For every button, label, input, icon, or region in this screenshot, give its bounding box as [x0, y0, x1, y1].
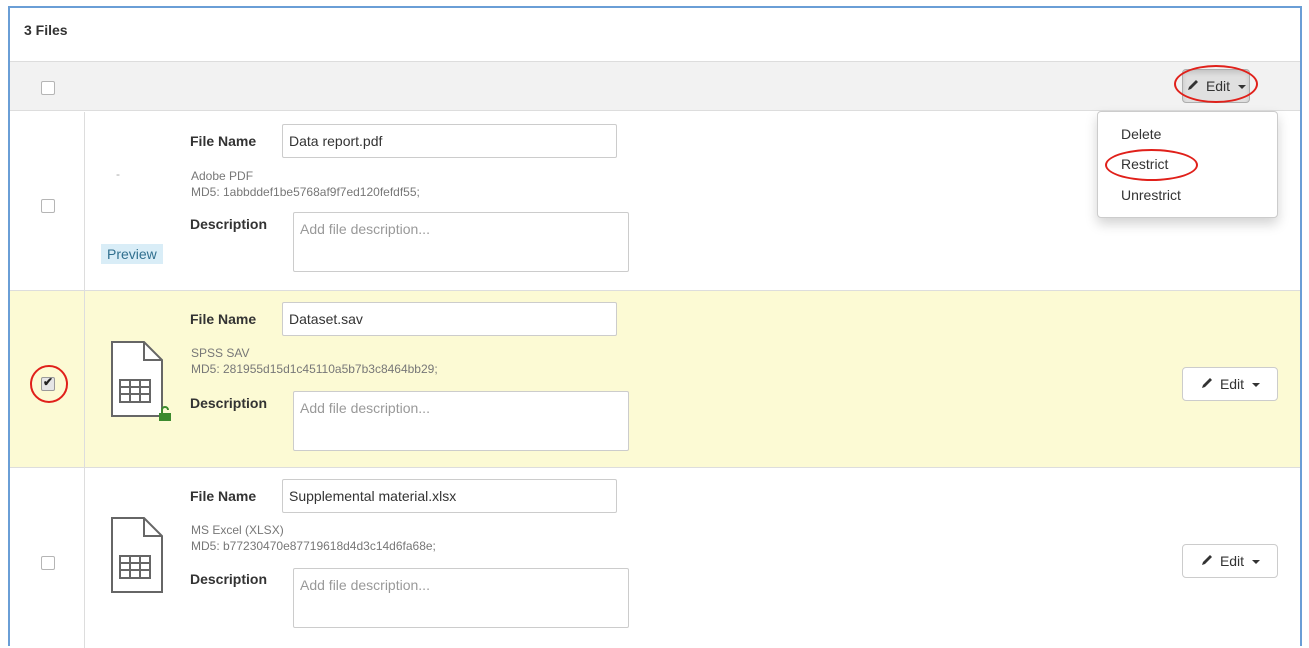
description-textarea[interactable]: Add file description... — [293, 568, 629, 628]
file-meta: Adobe PDF MD5: 1abbddef1be5768af9f7ed120… — [191, 168, 420, 200]
file-name-label: File Name — [190, 133, 257, 149]
bulk-edit-button[interactable]: Edit — [1182, 69, 1250, 103]
column-divider — [84, 112, 85, 290]
preview-link[interactable]: Preview — [101, 244, 163, 264]
file-meta: SPSS SAV MD5: 281955d15d1c45110a5b7b3c84… — [191, 345, 438, 377]
file-checkbox[interactable] — [41, 199, 55, 213]
pencil-icon — [1200, 376, 1214, 393]
menu-item-delete[interactable]: Delete — [1121, 126, 1161, 142]
file-type: SPSS SAV — [191, 346, 250, 360]
caret-down-icon — [1252, 383, 1261, 387]
file-name-input[interactable] — [282, 302, 617, 336]
file-checkbox[interactable] — [41, 556, 55, 570]
select-all-checkbox[interactable] — [41, 81, 55, 95]
bulk-edit-label: Edit — [1205, 78, 1231, 94]
file-md5: MD5: b77230470e87719618d4d3c14d6fa68e; — [191, 539, 436, 553]
menu-item-unrestrict[interactable]: Unrestrict — [1121, 187, 1181, 203]
table-file-icon — [108, 516, 168, 601]
files-count-title: 3 Files — [24, 22, 68, 38]
caret-down-icon — [1238, 85, 1247, 89]
file-name-input[interactable] — [282, 479, 617, 513]
pencil-icon — [1186, 78, 1200, 95]
column-divider — [84, 291, 85, 467]
pencil-icon — [1200, 553, 1214, 570]
file-name-input[interactable] — [282, 124, 617, 158]
checkmark-icon: ✔ — [43, 375, 54, 389]
file-row: ✔ File Name SPSS SAV MD5: 281955d — [10, 291, 1300, 468]
edit-button[interactable]: Edit — [1182, 367, 1278, 401]
unlock-icon — [158, 406, 172, 427]
description-textarea[interactable]: Add file description... — [293, 391, 629, 451]
column-divider — [84, 468, 85, 648]
file-name-label: File Name — [190, 311, 257, 327]
file-row: File Name MS Excel (XLSX) MD5: b77230470… — [10, 468, 1300, 648]
edit-label: Edit — [1219, 376, 1245, 392]
file-checkbox[interactable]: ✔ — [41, 375, 55, 391]
file-md5: MD5: 1abbddef1be5768af9f7ed120fefdf55; — [191, 185, 420, 199]
caret-down-icon — [1252, 560, 1261, 564]
file-md5: MD5: 281955d15d1c45110a5b7b3c8464bb29; — [191, 362, 438, 376]
file-name-label: File Name — [190, 488, 257, 504]
edit-dropdown-menu: Delete Restrict Unrestrict — [1097, 111, 1278, 218]
file-type: MS Excel (XLSX) — [191, 523, 284, 537]
edit-button[interactable]: Edit — [1182, 544, 1278, 578]
files-table-header: Edit — [10, 61, 1300, 111]
description-label: Description — [190, 571, 268, 587]
file-type: Adobe PDF — [191, 169, 254, 183]
files-panel: 3 Files Edit - Preview File Name Adobe P… — [8, 6, 1302, 648]
edit-label: Edit — [1219, 553, 1245, 569]
thumbnail-placeholder: - — [116, 167, 120, 181]
description-textarea[interactable]: Add file description... — [293, 212, 629, 272]
description-label: Description — [190, 395, 268, 411]
menu-item-restrict[interactable]: Restrict — [1121, 156, 1168, 172]
description-label: Description — [190, 216, 268, 232]
file-meta: MS Excel (XLSX) MD5: b77230470e87719618d… — [191, 522, 436, 554]
